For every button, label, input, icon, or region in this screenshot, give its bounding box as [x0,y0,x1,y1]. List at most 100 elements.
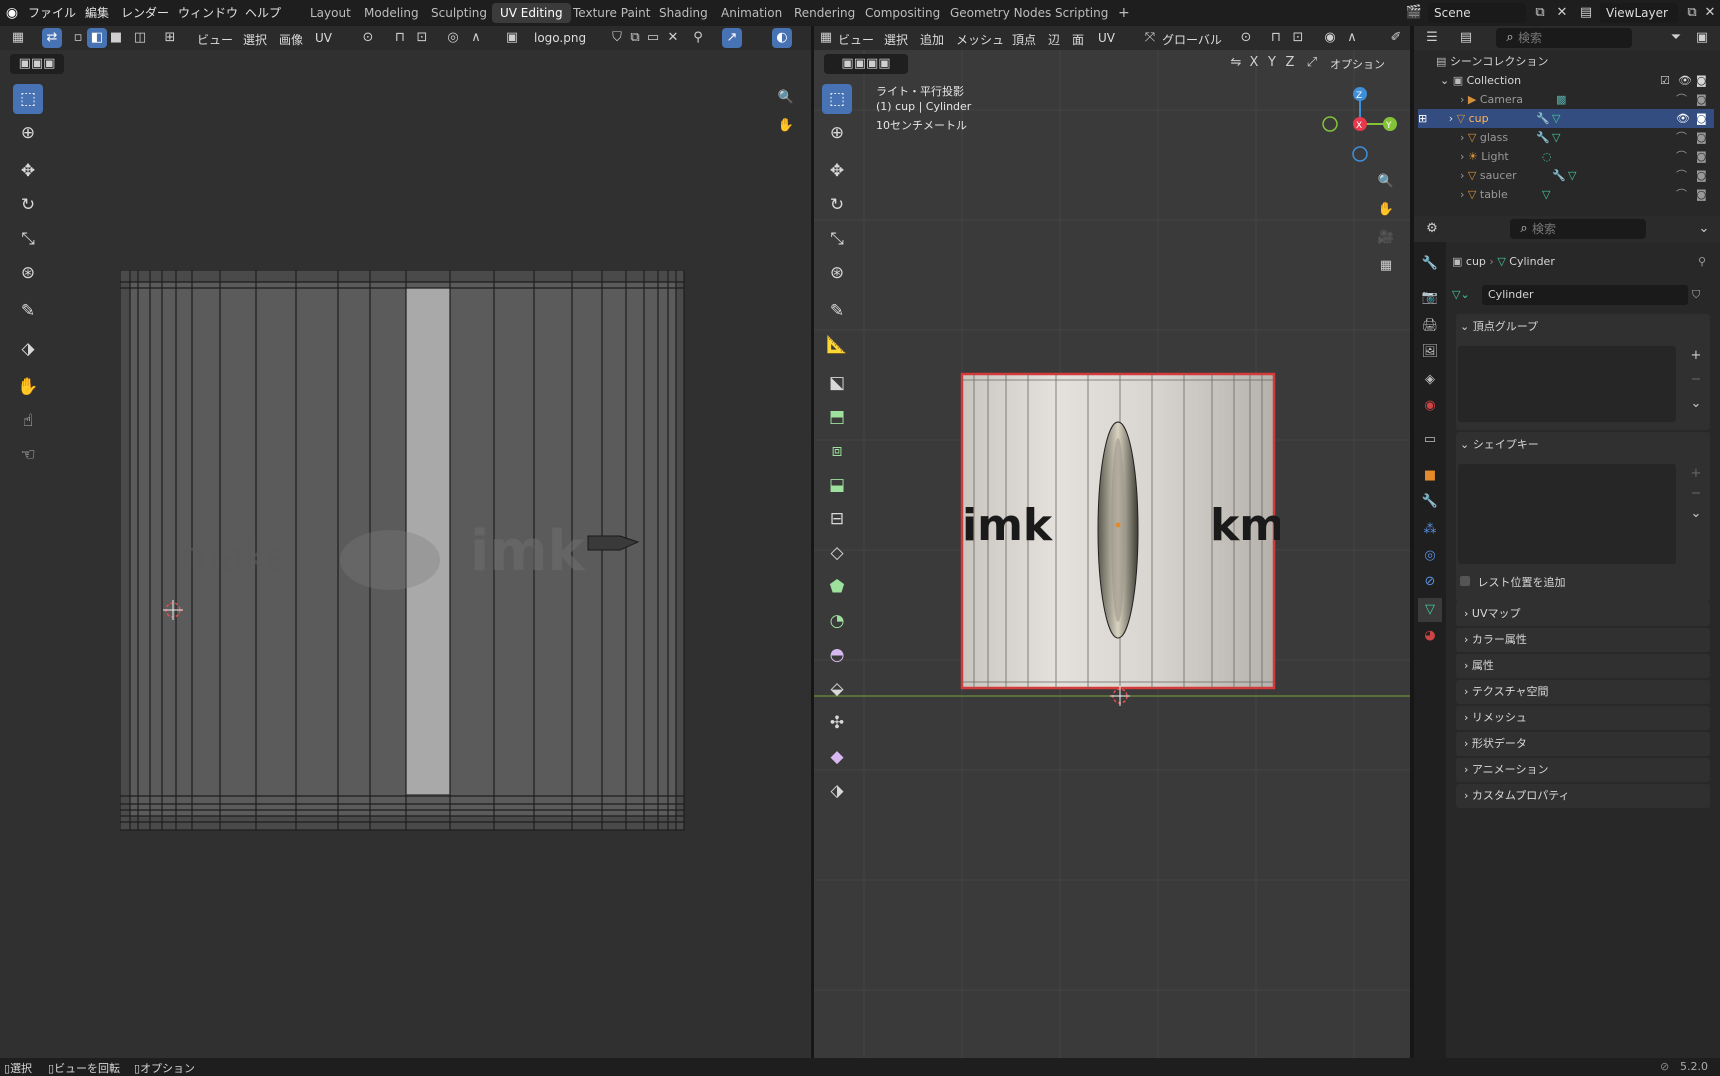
tool-cursor[interactable]: ⊕ [13,118,43,148]
outliner-item-cup[interactable]: ⊞ › ▽ cup 🔧 ▽ 👁 ◙ [1418,109,1714,128]
render-tab-icon[interactable]: 📷 [1418,286,1442,310]
remove-vertex-group-button[interactable]: − [1686,370,1706,390]
tab-uv-editing[interactable]: UV Editing [492,3,571,23]
tool-relax[interactable]: ☝ [13,406,43,436]
pin-properties-icon[interactable]: ⚲ [1698,252,1706,272]
uv-sync-icon[interactable]: ⇄ [42,28,62,48]
render-icon[interactable]: ◙ [1696,166,1707,185]
texture-space-panel[interactable]: › テクスチャ空間 [1456,680,1710,704]
vp-tool-bevel[interactable]: ⬓ [822,470,852,500]
cup-object[interactable]: imk kmi [960,370,1280,710]
transform-orientation-dropdown[interactable]: グローバル [1162,31,1222,48]
viewlayer-name-field[interactable]: ViewLayer [1600,3,1678,23]
mirror-y-toggle[interactable]: Y [1262,53,1282,73]
scene-name-field[interactable]: Scene [1428,3,1526,23]
island-select-icon[interactable]: ◫ [130,28,150,48]
vp-menu-vertex[interactable]: 頂点 [1012,31,1036,48]
hide-icon[interactable]: ⌒ [1676,128,1687,147]
tab-shading[interactable]: Shading [651,3,716,23]
vp-tool-rip[interactable]: ⬗ [822,776,852,806]
vertex-groups-header[interactable]: ⌄ 頂点グループ [1460,318,1538,334]
mesh-browse-icon[interactable]: ▽⌄ [1452,288,1470,301]
add-vertex-group-button[interactable]: + [1686,346,1706,366]
fake-user-shield-icon[interactable]: ⛉ [1692,284,1700,306]
vp-snap-target-icon[interactable]: ⊡ [1288,28,1308,48]
select-mode-buttons[interactable]: ▣▣▣ [10,54,64,74]
color-attributes-panel[interactable]: › カラー属性 [1456,628,1710,652]
vp-falloff-icon[interactable]: ∧ [1342,28,1362,48]
open-image-icon[interactable]: ▭ [643,28,663,48]
expand-arrow-icon[interactable]: ⌄ [1440,74,1449,87]
vp-tool-knife[interactable]: ◇ [822,538,852,568]
vertex-groups-list[interactable] [1458,346,1676,422]
navigation-gizmo[interactable]: Z Y X [1322,86,1398,162]
render-icon[interactable]: ◙ [1696,71,1707,90]
tab-geometry-nodes[interactable]: Geometry Nodes [942,3,1059,23]
new-viewlayer-icon[interactable]: ⧉ [1682,3,1702,23]
vp-tool-poly-build[interactable]: ⬟ [822,572,852,602]
vp-tool-shrink[interactable]: ✣ [822,708,852,738]
hide-icon[interactable]: ⌒ [1676,185,1687,204]
pivot-icon[interactable]: ⊙ [358,28,378,48]
shape-keys-list[interactable] [1458,464,1676,564]
viewlayer-selector-icon[interactable]: ▤ [1576,3,1596,23]
delete-scene-icon[interactable]: ✕ [1552,3,1572,23]
visibility-icon[interactable]: 👁 [1676,109,1690,128]
edge-select-icon[interactable]: ◧ [87,28,107,48]
vp-tool-smooth[interactable]: ◓ [822,640,852,670]
menu-render[interactable]: レンダー [121,4,169,21]
add-shape-key-button[interactable]: + [1686,464,1706,484]
vp-tool-loop-cut[interactable]: ⊟ [822,504,852,534]
uv-menu-view[interactable]: ビュー [197,31,233,48]
menu-edit[interactable]: 編集 [85,4,109,21]
new-scene-icon[interactable]: ⧉ [1530,3,1550,23]
tab-modeling[interactable]: Modeling [356,3,427,23]
expand-arrow-icon[interactable]: › [1460,188,1464,201]
image-name-field[interactable]: logo.png [528,28,598,48]
vp-tool-add-cube[interactable]: ⬕ [822,368,852,398]
tool-move[interactable]: ✥ [13,156,43,186]
outliner-editor-type-icon[interactable]: ☰ [1422,28,1442,48]
tool-pinch[interactable]: ☜ [13,440,43,470]
vp-tool-extrude[interactable]: ⬒ [822,402,852,432]
options-dropdown[interactable]: オプション [1330,56,1385,72]
vp-tool-rotate[interactable]: ↻ [822,190,852,220]
vp-tool-move[interactable]: ✥ [822,156,852,186]
vp-snap-icon[interactable]: ⊓ [1266,28,1286,48]
properties-editor-type-icon[interactable]: ⚙ [1422,219,1442,239]
proportional-edit-icon[interactable]: ◎ [443,28,463,48]
physics-tab-icon[interactable]: ◎ [1418,544,1442,568]
sticky-select-icon[interactable]: ⊞ [160,28,180,48]
remove-shape-key-button[interactable]: − [1686,484,1706,504]
properties-options-icon[interactable]: ⌄ [1694,219,1714,239]
vp-pan-icon[interactable]: ✋ [1376,200,1396,220]
vp-zoom-icon[interactable]: 🔍 [1376,172,1396,192]
expand-arrow-icon[interactable]: › [1449,112,1453,125]
uv-editor-canvas[interactable]: ▣▣▣ ⬚ ⊕ ✥ ↻ ⤡ ⊛ ✎ ⬗ ✋ ☝ ☜ 🔍 ✋ make imk [0,50,811,1058]
display-mode-icon[interactable]: ▤ [1456,28,1476,48]
tool-grab[interactable]: ✋ [13,372,43,402]
hide-icon[interactable]: ⌒ [1676,90,1687,109]
falloff-icon[interactable]: ∧ [466,28,486,48]
object-tab-icon[interactable]: ■ [1418,464,1442,488]
expand-arrow-icon[interactable]: › [1460,169,1464,182]
checkbox-box[interactable] [1460,576,1470,586]
new-collection-icon[interactable]: ▣ [1692,28,1712,48]
vertex-group-specials-icon[interactable]: ⌄ [1686,394,1706,414]
snap-target-icon[interactable]: ⊡ [412,28,432,48]
render-icon[interactable]: ◙ [1696,128,1707,147]
outliner-item-saucer[interactable]: › ▽ saucer 🔧 ▽ ⌒ ◙ [1418,166,1714,185]
3d-cursor-icon[interactable] [1110,686,1130,706]
uv-menu-uv[interactable]: UV [315,31,332,45]
vp-menu-mesh[interactable]: メッシュ [956,31,1004,48]
vp-tool-measure[interactable]: 📐 [822,330,852,360]
outliner-item-table[interactable]: › ▽ table ▽ ⌒ ◙ [1418,185,1714,204]
expand-arrow-icon[interactable]: › [1460,93,1464,106]
custom-properties-panel[interactable]: › カスタムプロパティ [1456,784,1710,808]
expand-arrow-icon[interactable]: › [1460,150,1464,163]
delete-viewlayer-icon[interactable]: ✕ [1700,3,1720,23]
material-tab-icon[interactable]: ◕ [1418,624,1442,648]
mirror-icon[interactable]: ⇋ [1226,53,1246,73]
outliner-item-glass[interactable]: › ▽ glass 🔧 ▽ ⌒ ◙ [1418,128,1714,147]
vp-menu-add[interactable]: 追加 [920,31,944,48]
